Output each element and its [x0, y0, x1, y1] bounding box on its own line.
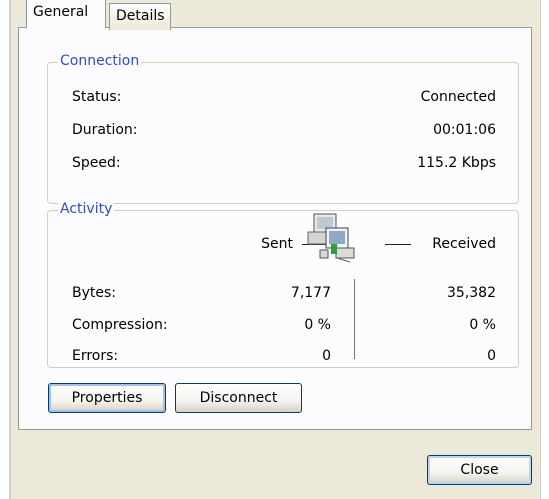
properties-button[interactable]: Properties	[48, 383, 166, 413]
close-button[interactable]: Close	[427, 455, 532, 485]
errors-label: Errors:	[72, 348, 119, 364]
received-connector-line	[385, 244, 411, 245]
bytes-sent-value: 7,177	[290, 285, 331, 301]
tab-general[interactable]: General	[26, 0, 106, 28]
activity-group: Activity Sent Received Bytes: 7,177 35,3…	[47, 200, 519, 368]
speed-value: 115.2 Kbps	[417, 155, 496, 171]
activity-group-title: Activity	[58, 200, 115, 218]
window-left-frame	[0, 0, 11, 499]
bytes-label: Bytes:	[72, 285, 117, 301]
status-label: Status:	[72, 89, 122, 105]
compression-label: Compression:	[72, 317, 168, 333]
received-label: Received	[432, 236, 496, 252]
errors-sent-value: 0	[322, 348, 331, 364]
connection-group: Connection Status: Connected Duration: 0…	[47, 52, 519, 204]
bytes-received-value: 35,382	[447, 285, 496, 301]
connection-group-title: Connection	[58, 52, 142, 70]
compression-received-value: 0 %	[469, 317, 496, 333]
activity-divider	[354, 279, 355, 359]
errors-received-value: 0	[487, 348, 496, 364]
network-computers-icon	[306, 210, 358, 266]
window-right-frame	[540, 0, 549, 499]
tab-panel-general: Connection Status: Connected Duration: 0…	[18, 27, 532, 430]
compression-sent-value: 0 %	[304, 317, 331, 333]
disconnect-button[interactable]: Disconnect	[175, 383, 302, 413]
status-value: Connected	[420, 89, 496, 105]
sent-label: Sent	[261, 236, 293, 252]
tab-details[interactable]: Details	[109, 3, 171, 30]
duration-value: 00:01:06	[433, 122, 496, 138]
duration-label: Duration:	[72, 122, 138, 138]
speed-label: Speed:	[72, 155, 121, 171]
